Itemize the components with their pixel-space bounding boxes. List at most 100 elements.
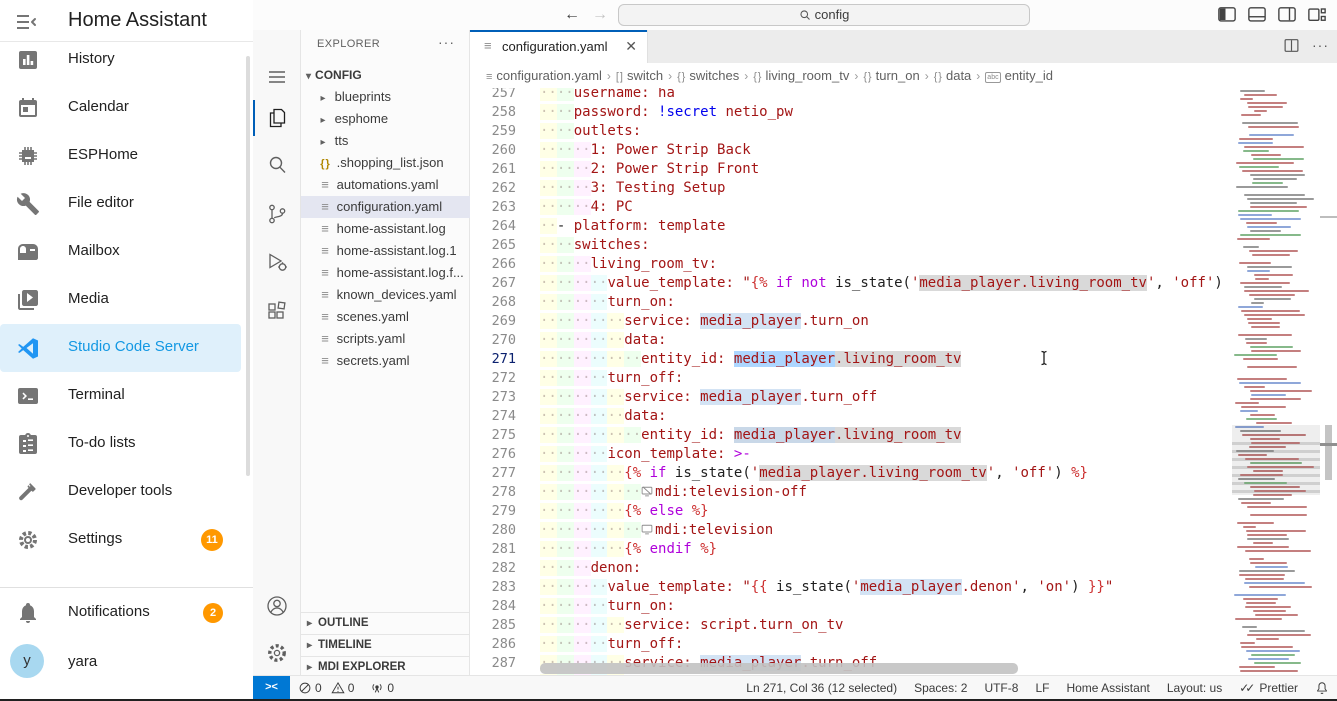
explorer-root-folder[interactable]: ▾CONFIG [301, 64, 470, 86]
ha-user-name[interactable]: yara [68, 653, 97, 670]
file-tree-item-scripts-yaml[interactable]: ≡ scripts.yaml [301, 328, 470, 350]
explorer-icon[interactable] [265, 106, 289, 130]
file-tree-item-scenes-yaml[interactable]: ≡ scenes.yaml [301, 306, 470, 328]
status-item-prettier[interactable]: ✓✓Prettier [1239, 681, 1298, 695]
sidebar-item-esphome[interactable]: ESPHome [0, 132, 241, 180]
more-actions-icon[interactable]: ··· [1312, 37, 1329, 59]
line-number: 278 [470, 483, 516, 502]
customize-layout-icon[interactable] [1307, 4, 1327, 24]
line-number: 281 [470, 540, 516, 559]
breadcrumb-item-turn-on[interactable]: { }turn_on [863, 68, 919, 83]
breadcrumb-item-switch[interactable]: [ ]switch [616, 68, 663, 83]
lines-icon: ≡ [486, 71, 492, 83]
sidebar-item-label: To-do lists [68, 434, 136, 451]
sidebar-item-history[interactable]: History [0, 36, 241, 84]
explorer-section-outline[interactable]: ▸OUTLINE [301, 612, 470, 634]
tab-close-icon[interactable]: ✕ [625, 38, 637, 55]
remote-indicator[interactable]: >< [253, 676, 290, 700]
toggle-primary-sidebar-icon[interactable] [1217, 4, 1237, 24]
editor-horizontal-scrollbar[interactable] [540, 663, 1018, 674]
breadcrumb-item-entity-id[interactable]: abcentity_id [985, 68, 1053, 83]
status-item-lf[interactable]: LF [1035, 681, 1049, 695]
file-name: scripts.yaml [333, 331, 405, 346]
line-number: 277 [470, 464, 516, 483]
status-item-spaces[interactable]: Spaces: 2 [914, 681, 967, 695]
warning-count: 0 [348, 681, 355, 695]
status-item-layout[interactable]: Layout: us [1167, 681, 1222, 695]
file-tree-item-blueprints[interactable]: ▸ blueprints [301, 86, 470, 108]
file-tree-item-known-devices-yaml[interactable]: ≡ known_devices.yaml [301, 284, 470, 306]
string-symbol-icon: abc [985, 72, 1000, 83]
toggle-panel-icon[interactable] [1247, 4, 1267, 24]
chevron-right-icon: ▸ [307, 618, 312, 629]
file-name: home-assistant.log.1 [333, 243, 457, 258]
tab-configuration-yaml[interactable]: ≡ configuration.yaml ✕ [470, 30, 648, 63]
problems-indicator[interactable]: 0 0 [298, 681, 354, 695]
run-debug-icon[interactable] [265, 250, 289, 274]
sidebar-item-mailbox[interactable]: Mailbox [0, 228, 241, 276]
sidebar-item-calendar[interactable]: Calendar [0, 84, 241, 132]
status-item-home[interactable]: Home Assistant [1066, 681, 1149, 695]
sidebar-item-settings[interactable]: Settings11 [0, 516, 241, 564]
yaml-file-icon: ≡ [317, 218, 333, 240]
file-tree-item-secrets-yaml[interactable]: ≡ secrets.yaml [301, 350, 470, 372]
settings-gear-icon[interactable] [265, 641, 289, 665]
file-tree-item-home-assistant-log[interactable]: ≡ home-assistant.log [301, 218, 470, 240]
notifications-bell-icon[interactable] [1315, 681, 1329, 695]
ha-sidebar-scrollbar[interactable] [246, 56, 250, 476]
badge: 2 [203, 603, 223, 623]
accounts-icon[interactable] [265, 594, 289, 618]
yaml-file-icon: ≡ [484, 38, 492, 53]
avatar[interactable]: y [10, 644, 44, 678]
breadcrumb-item-living-room-tv[interactable]: { }living_room_tv [753, 68, 849, 83]
explorer-more-actions[interactable]: ··· [438, 34, 455, 50]
file-tree-item-configuration-yaml[interactable]: ≡ configuration.yaml [301, 196, 470, 218]
minimap-viewport[interactable] [1232, 425, 1320, 495]
file-tree-item--shopping-list-json[interactable]: { } .shopping_list.json [301, 152, 470, 174]
explorer-header: EXPLORER [317, 38, 380, 50]
file-tree-item-esphome[interactable]: ▸ esphome [301, 108, 470, 130]
layout-controls [1217, 4, 1327, 24]
editor-vertical-scrollbar[interactable] [1325, 425, 1332, 480]
menu-icon[interactable] [265, 65, 289, 89]
source-control-icon[interactable] [265, 202, 289, 226]
tab-label: configuration.yaml [502, 39, 608, 54]
file-name: scenes.yaml [333, 309, 409, 324]
file-tree-item-home-assistant-log-f-[interactable]: ≡ home-assistant.log.f... [301, 262, 470, 284]
back-arrow-icon[interactable]: ← [561, 4, 583, 26]
sidebar-item-terminal[interactable]: Terminal [0, 372, 241, 420]
editor-group: ≡ configuration.yaml ✕ ··· ≡configuratio… [470, 30, 1337, 675]
line-number: 267 [470, 274, 516, 293]
ha-sidebar: Home Assistant HistoryCalendarESPHomeFil… [0, 0, 253, 701]
file-tree-item-tts[interactable]: ▸ tts [301, 130, 470, 152]
explorer-section-timeline[interactable]: ▸TIMELINE [301, 634, 470, 656]
menu-toggle-icon[interactable] [14, 10, 38, 34]
status-item-utf-8[interactable]: UTF-8 [984, 681, 1018, 695]
minimap[interactable] [1232, 88, 1320, 675]
sidebar-item-notifications[interactable]: Notifications2 [0, 589, 241, 637]
breadcrumb-item-data[interactable]: { }data [934, 68, 972, 83]
search-icon[interactable] [265, 153, 289, 177]
sidebar-item-studio-code-server[interactable]: Studio Code Server [0, 324, 241, 372]
extensions-icon[interactable] [265, 299, 289, 323]
sidebar-item-todo-lists[interactable]: To-do lists [0, 420, 241, 468]
ports-indicator[interactable]: 0 [370, 681, 394, 695]
sidebar-item-file-editor[interactable]: File editor [0, 180, 241, 228]
file-tree-item-automations-yaml[interactable]: ≡ automations.yaml [301, 174, 470, 196]
forward-arrow-icon[interactable]: → [589, 4, 611, 26]
sidebar-item-media[interactable]: Media [0, 276, 241, 324]
sidebar-item-developer-tools[interactable]: Developer tools [0, 468, 241, 516]
breadcrumb-item-switches[interactable]: { }switches [677, 68, 739, 83]
status-item-ln[interactable]: Ln 271, Col 36 (12 selected) [746, 681, 897, 695]
code-editor[interactable]: 2572582592602612622632642652662672682692… [470, 88, 1337, 675]
code-line-261: ······2: Power Strip Front [540, 160, 1225, 179]
file-tree-item-home-assistant-log-1[interactable]: ≡ home-assistant.log.1 [301, 240, 470, 262]
sidebar-item-label: Media [68, 290, 109, 307]
split-editor-icon[interactable] [1283, 37, 1300, 59]
breadcrumb-item-configuration-yaml[interactable]: ≡configuration.yaml [486, 68, 602, 83]
line-number: 271 [470, 350, 516, 369]
command-center-search[interactable]: config [618, 4, 1030, 26]
line-number: 268 [470, 293, 516, 312]
toggle-secondary-sidebar-icon[interactable] [1277, 4, 1297, 24]
file-name: blueprints [331, 89, 391, 104]
